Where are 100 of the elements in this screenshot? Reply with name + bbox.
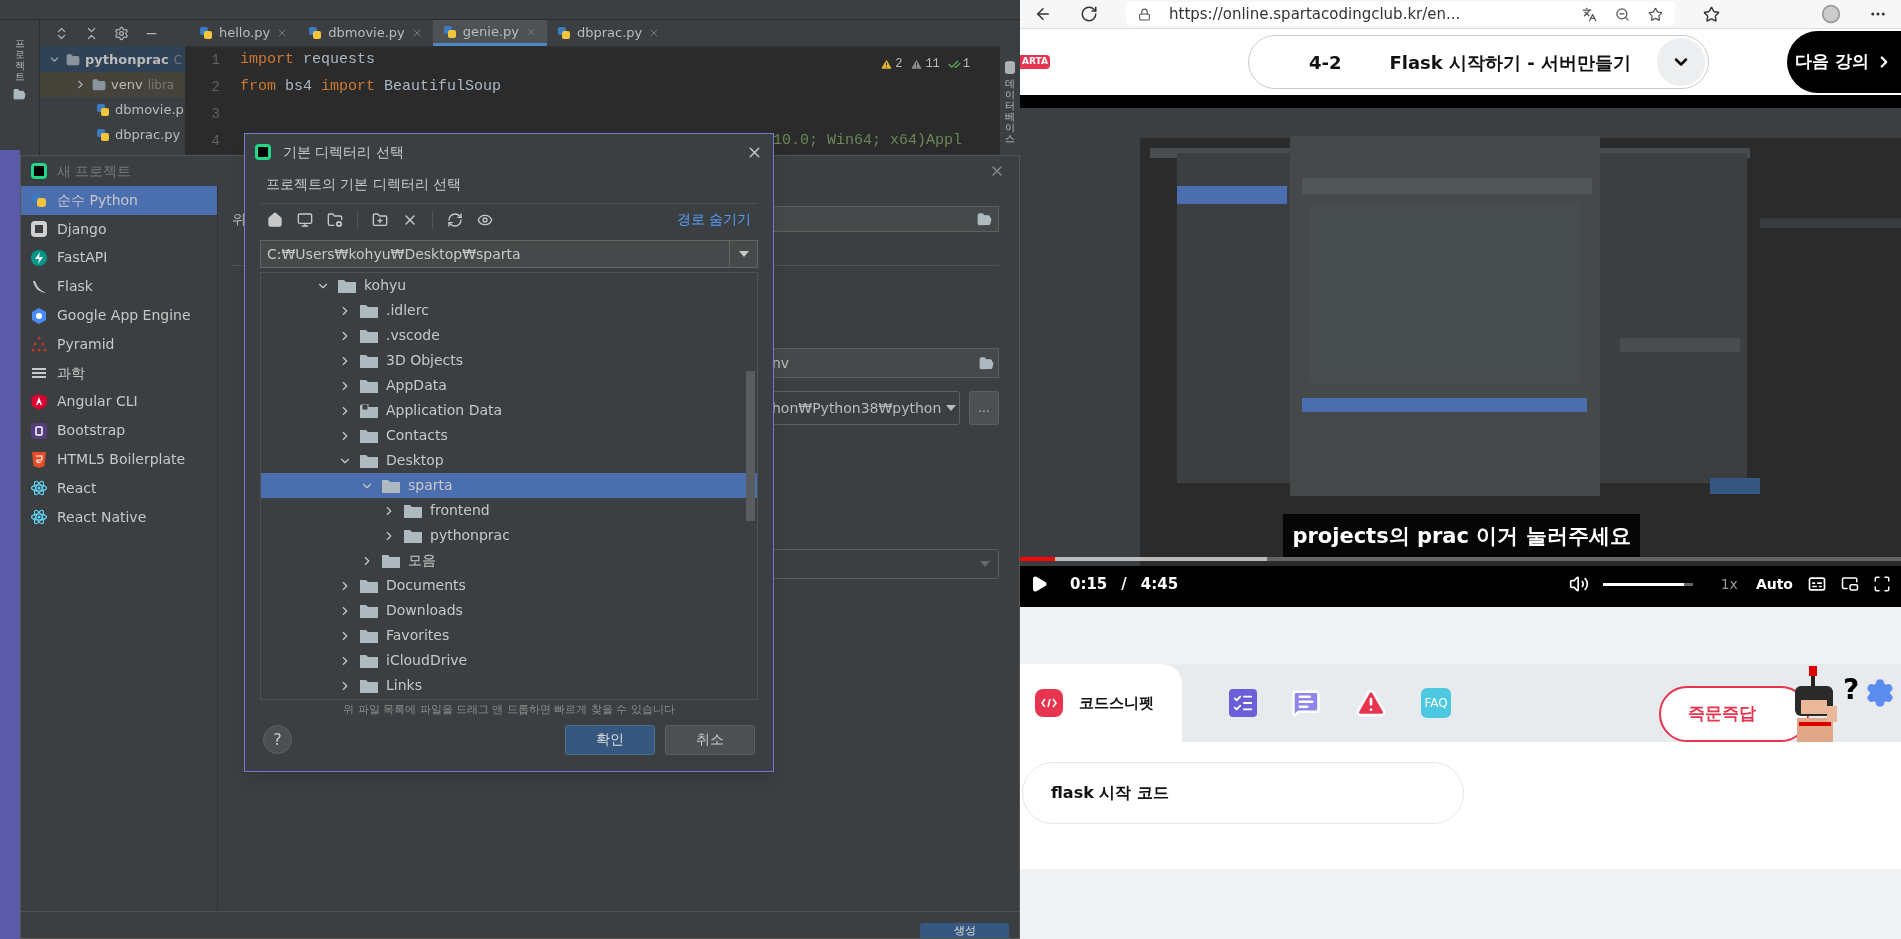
picture-in-picture-icon[interactable]: [1841, 575, 1859, 593]
directory-tree-item[interactable]: AppData: [261, 373, 757, 398]
directory-tree-item[interactable]: kohyu: [261, 273, 757, 298]
project-type-item[interactable]: FastAPI: [21, 243, 217, 273]
next-lesson-button[interactable]: 다음 강의: [1787, 31, 1901, 93]
scrollbar[interactable]: [746, 371, 755, 521]
directory-tree-item[interactable]: 모음: [261, 548, 757, 573]
project-type-item[interactable]: Angular CLI: [21, 387, 217, 417]
project-type-item[interactable]: Google App Engine: [21, 301, 217, 330]
create-button[interactable]: 생성: [920, 923, 1009, 938]
project-type-item[interactable]: HTML5 Boilerplate: [21, 445, 217, 474]
python-icon: [31, 192, 47, 209]
editor-tab[interactable]: hello.py: [189, 20, 299, 46]
current-time: 0:15: [1070, 573, 1108, 595]
progress-track[interactable]: [1020, 557, 1901, 561]
folder-icon: [404, 503, 422, 518]
desktop-icon[interactable]: [297, 211, 313, 228]
hide-path-link[interactable]: 경로 숨기기: [676, 209, 751, 230]
project-tree-item[interactable]: dbmovie.p: [40, 97, 185, 122]
folder-icon: [360, 603, 378, 618]
qna-button[interactable]: 즉문즉답: [1659, 686, 1809, 742]
editor-tab[interactable]: genie.py: [432, 20, 547, 46]
refresh-icon[interactable]: [1080, 5, 1098, 23]
warning-icon: [1355, 687, 1387, 719]
python-file-icon: [556, 26, 571, 40]
path-field[interactable]: C:₩Users₩kohyu₩Desktop₩sparta: [260, 240, 758, 268]
directory-tree-item[interactable]: Documents: [261, 573, 757, 598]
project-type-item[interactable]: Flask: [21, 272, 217, 302]
ok-button[interactable]: 확인: [565, 724, 655, 755]
folder-icon: [404, 528, 422, 543]
profile-icon[interactable]: [1821, 4, 1841, 24]
browse-button[interactable]: ...: [969, 391, 999, 425]
hexagon-icon: [31, 307, 47, 324]
inspection-count: 2: [895, 56, 903, 73]
python-file-icon: [199, 26, 213, 40]
translate-icon[interactable]: [1582, 6, 1597, 22]
project-type-item[interactable]: Bootstrap: [21, 416, 217, 446]
dialog-title: 새 프로젝트: [57, 161, 132, 181]
directory-tree-item[interactable]: .vscode: [261, 323, 757, 348]
project-type-item[interactable]: Django: [21, 214, 217, 244]
favorite-icon[interactable]: [1648, 6, 1663, 22]
editor-tab[interactable]: dbprac.py: [546, 20, 671, 46]
directory-tree-item[interactable]: Application Data: [261, 398, 757, 423]
new-folder-icon[interactable]: [372, 211, 388, 228]
folder-icon: [360, 303, 378, 318]
project-tool-tab[interactable]: 프로젝트: [14, 38, 25, 82]
folder-icon: [360, 653, 378, 668]
project-type-item[interactable]: Pyramid: [21, 330, 217, 359]
code-line: 10.0; Win64; x64)Appl: [773, 131, 963, 152]
play-icon[interactable]: [1030, 575, 1048, 593]
directory-tree-item[interactable]: .idlerc: [261, 298, 757, 323]
fullscreen-icon[interactable]: [1873, 575, 1891, 593]
lesson-title: Flask 시작하기 - 서버만들기: [1389, 50, 1631, 75]
project-type-item[interactable]: React: [21, 473, 217, 503]
directory-tree-item[interactable]: Links: [261, 673, 757, 698]
warning-icon: [880, 57, 894, 71]
address-bar[interactable]: https://online.spartacodingclub.kr/en...: [1126, 2, 1675, 26]
database-icon: [1004, 60, 1016, 74]
directory-tree-item[interactable]: 3D Objects: [261, 348, 757, 373]
lightning-icon: [31, 250, 47, 266]
directory-tree-item[interactable]: Desktop: [261, 448, 757, 473]
project-tree-item[interactable]: pythonprac C: [40, 47, 185, 72]
python-file-icon: [308, 26, 323, 40]
directory-tree-item[interactable]: iCloudDrive: [261, 648, 757, 673]
question-mark: ?: [1843, 672, 1861, 708]
directory-tree-item[interactable]: pythonprac: [261, 523, 757, 548]
shortcut-folder-icon: [360, 403, 378, 418]
warning-icon: [910, 57, 924, 71]
project-tree-item[interactable]: dbprac.py: [40, 122, 185, 147]
home-icon[interactable]: [267, 211, 283, 228]
editor-tab[interactable]: dbmovie.py: [298, 20, 433, 46]
subtitles-icon[interactable]: [1807, 574, 1827, 594]
zoom-out-icon[interactable]: [1615, 6, 1630, 22]
project-folder-icon[interactable]: [327, 211, 343, 228]
line-number: 4: [210, 132, 220, 151]
app-logo-icon: [255, 144, 271, 160]
settings-icon[interactable]: [114, 26, 129, 41]
volume-icon[interactable]: [1568, 574, 1589, 594]
database-tool-tab[interactable]: 데이터베이스: [1005, 78, 1015, 144]
favorites-icon[interactable]: [1703, 5, 1720, 23]
panel-tab[interactable]: 코드스니펫: [1020, 664, 1182, 742]
help-button[interactable]: ?: [263, 725, 292, 754]
refresh-icon[interactable]: [447, 211, 463, 228]
project-type-item[interactable]: React Native: [21, 502, 217, 532]
folder-icon: [382, 553, 400, 568]
project-tree-item[interactable]: venv libra: [40, 72, 185, 97]
directory-tree-item[interactable]: frontend: [261, 498, 757, 523]
project-type-item[interactable]: 과학: [21, 358, 217, 388]
speed-button[interactable]: 1x: [1720, 573, 1738, 595]
directory-tree-item[interactable]: Favorites: [261, 623, 757, 648]
quality-button[interactable]: Auto: [1755, 573, 1793, 595]
directory-tree-item[interactable]: Contacts: [261, 423, 757, 448]
cancel-button[interactable]: 취소: [665, 724, 755, 755]
dropdown-arrow-icon[interactable]: [738, 251, 749, 257]
directory-tree-item[interactable]: Downloads: [261, 598, 757, 623]
atom-icon: [31, 480, 47, 497]
settings-icon[interactable]: [1865, 678, 1895, 708]
back-icon[interactable]: [1034, 5, 1052, 23]
time-separator: /: [1121, 573, 1127, 595]
field-label: 위: [232, 209, 246, 229]
